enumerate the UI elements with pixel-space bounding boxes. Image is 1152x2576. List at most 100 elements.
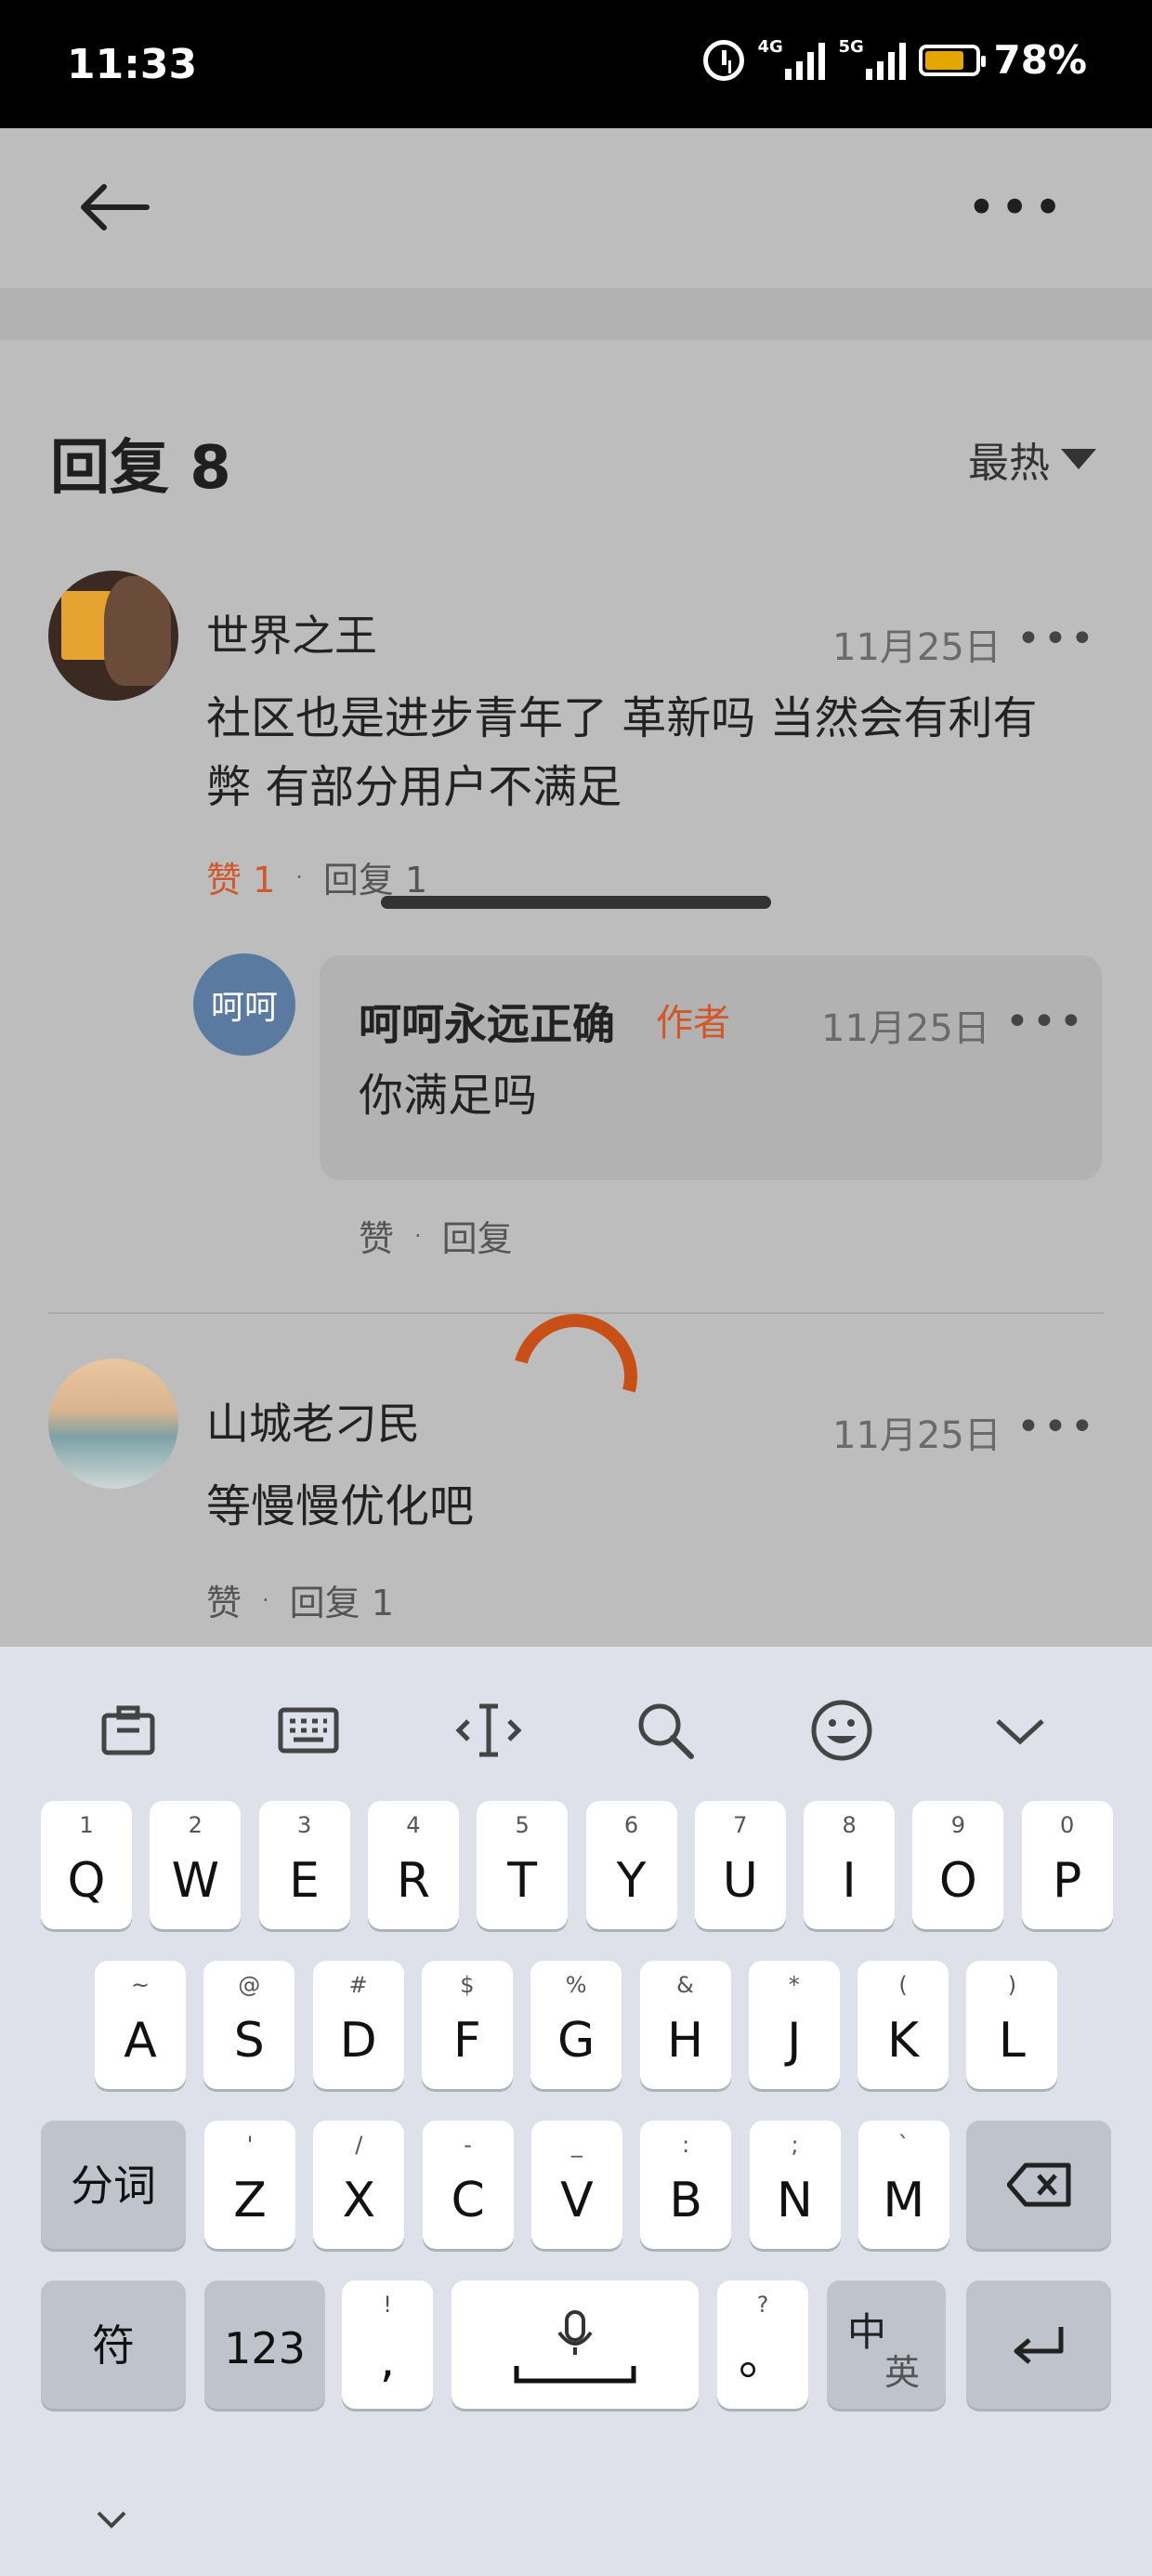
number-key[interactable]: 123	[204, 2280, 325, 2409]
key-e[interactable]: 3E	[258, 1801, 350, 1929]
reply-text: 你满足吗	[359, 1070, 538, 1122]
alarm-icon	[703, 39, 745, 81]
key-label: 符	[92, 2320, 135, 2371]
status-bar: 11:33 4G 5G 78%	[0, 0, 1152, 128]
key-v[interactable]: _ V	[530, 2121, 622, 2249]
key-u[interactable]: 7U	[694, 1801, 786, 1929]
key-label: Y	[616, 1853, 647, 1909]
key-s[interactable]: @ S	[203, 1961, 295, 2089]
key-d[interactable]: # D	[312, 1961, 404, 2089]
emoji-icon[interactable]	[808, 1697, 875, 1764]
key-x[interactable]: / X	[313, 2121, 405, 2249]
key-a[interactable]: ~ A	[95, 1961, 186, 2089]
key-secondary-label: -	[464, 2132, 472, 2158]
comment-more-icon[interactable]: •••	[1016, 619, 1097, 660]
microphone-icon	[514, 2310, 636, 2384]
key-label: V	[560, 2173, 594, 2228]
keyboard-layout-icon[interactable]	[275, 1697, 342, 1764]
reply-more-icon[interactable]: •••	[1005, 1002, 1086, 1043]
comment-username[interactable]: 世界之王	[206, 602, 377, 664]
key-j[interactable]: * J	[748, 1961, 840, 2089]
key-label: R	[396, 1853, 430, 1909]
key-label: K	[887, 2013, 920, 2069]
key-secondary-label: 4	[406, 1812, 421, 1838]
key-p[interactable]: 0P	[1021, 1801, 1113, 1929]
key-secondary-label: `	[897, 2132, 910, 2158]
key-secondary-label: 0	[1060, 1812, 1075, 1838]
reply-button[interactable]: 回复 1	[323, 851, 427, 902]
avatar-2[interactable]	[48, 1359, 178, 1489]
comment-date-2: 11月25日	[832, 1414, 1001, 1457]
chevron-down-icon[interactable]	[93, 2502, 130, 2539]
key-i[interactable]: 8I	[804, 1801, 896, 1929]
space-key[interactable]	[452, 2280, 699, 2409]
symbol-key[interactable]: 符	[41, 2280, 186, 2409]
comment-text: 社区也是进步青年了 革新吗 当然会有利有弊 有部分用户不满足	[206, 692, 1038, 813]
avatar[interactable]	[48, 571, 178, 701]
comment-more-icon-2[interactable]: •••	[1016, 1407, 1097, 1448]
key-c[interactable]: -C	[422, 2121, 514, 2249]
backspace-key[interactable]	[966, 2121, 1111, 2249]
segment-key[interactable]: 分词	[41, 2121, 186, 2249]
enter-key[interactable]	[966, 2280, 1111, 2409]
signal-icon-2: 5G	[838, 37, 907, 80]
key-secondary-label: $	[460, 1972, 475, 1998]
reply-username[interactable]: 呵呵永远正确	[359, 991, 615, 1052]
key-o[interactable]: 9O	[912, 1801, 1004, 1929]
section-divider	[0, 288, 1152, 340]
key-label: G	[557, 2013, 596, 2069]
key-label: L	[998, 2013, 1026, 2069]
comment-username-2[interactable]: 山城老刁民	[206, 1390, 420, 1452]
key-w[interactable]: 2W	[150, 1801, 242, 1929]
key-label: I	[842, 1853, 857, 1909]
key-r[interactable]: 4R	[367, 1801, 459, 1929]
home-indicator	[381, 896, 771, 909]
reply-avatar[interactable]: 呵呵	[193, 953, 295, 1056]
key-k[interactable]: (K	[857, 1961, 949, 2089]
key-m[interactable]: ` M	[857, 2121, 949, 2249]
key-label: C	[451, 2173, 485, 2228]
key-n[interactable]: ; N	[749, 2121, 841, 2249]
like-button[interactable]: 赞 1	[206, 851, 275, 902]
loading-spinner	[490, 1291, 661, 1462]
back-arrow-icon[interactable]	[78, 184, 151, 230]
key-z[interactable]: ' Z	[204, 2121, 295, 2249]
key-q[interactable]: 1Q	[41, 1801, 132, 1929]
comma-key[interactable]: !,	[342, 2280, 433, 2409]
like-button-2[interactable]: 赞	[206, 1574, 242, 1625]
key-t[interactable]: 5T	[477, 1801, 569, 1929]
key-l[interactable]: ) L	[966, 1961, 1058, 2089]
nested-reply[interactable]: 呵呵永远正确 作者 11月25日 ••• 你满足吗	[320, 955, 1102, 1180]
key-f[interactable]: $ F	[421, 1961, 513, 2089]
reply-reply-button[interactable]: 回复	[442, 1210, 513, 1261]
cursor-icon[interactable]	[455, 1697, 522, 1764]
key-label: Q	[67, 1853, 106, 1909]
language-switch-key[interactable]: 中英	[827, 2280, 946, 2409]
reply-button-2[interactable]: 回复 1	[290, 1574, 394, 1625]
key-secondary-label: (	[898, 1972, 908, 1998]
caret-down-icon	[1061, 449, 1096, 469]
key-label: ,	[379, 2333, 396, 2388]
key-secondary-label: *	[788, 1972, 800, 1998]
key-label: U	[722, 1853, 758, 1909]
reply-like-button[interactable]: 赞	[359, 1210, 394, 1261]
key-label: T	[507, 1853, 538, 1909]
more-options-icon[interactable]: •••	[966, 183, 1067, 233]
collapse-keyboard-icon[interactable]	[987, 1697, 1054, 1764]
key-secondary-label: ;	[791, 2132, 799, 2158]
key-label: 。	[738, 2331, 787, 2386]
period-key[interactable]: ?。	[717, 2280, 808, 2409]
search-icon[interactable]	[632, 1697, 699, 1764]
key-secondary-label: 6	[623, 1812, 639, 1838]
key-label: J	[787, 2013, 802, 2069]
backspace-icon	[1007, 2162, 1071, 2207]
reply-date: 11月25日	[821, 1007, 990, 1050]
sort-dropdown[interactable]: 最热	[968, 429, 1096, 489]
key-secondary-label: 9	[950, 1812, 966, 1838]
key-h[interactable]: & H	[639, 1961, 731, 2089]
key-b[interactable]: :B	[640, 2121, 732, 2249]
key-g[interactable]: % G	[530, 1961, 622, 2089]
author-badge: 作者	[656, 1002, 730, 1045]
key-y[interactable]: 6Y	[585, 1801, 677, 1929]
clipboard-icon[interactable]	[95, 1697, 162, 1764]
